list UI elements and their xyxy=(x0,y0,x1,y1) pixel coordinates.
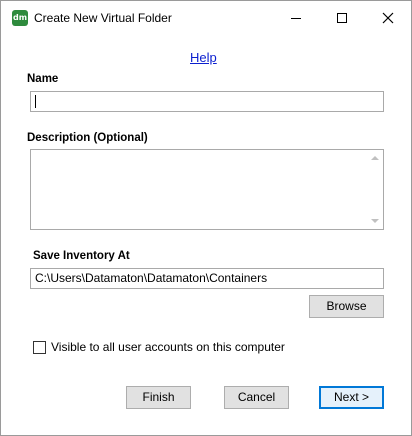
next-button[interactable]: Next > xyxy=(319,386,384,409)
window-title: Create New Virtual Folder xyxy=(34,11,172,25)
save-inventory-label: Save Inventory At xyxy=(33,250,130,262)
finish-button[interactable]: Finish xyxy=(126,386,191,409)
inventory-path-input[interactable]: C:\Users\Datamaton\Datamaton\Containers xyxy=(30,268,384,289)
cancel-button-label: Cancel xyxy=(237,390,276,404)
close-button[interactable] xyxy=(365,1,411,35)
visible-to-all-label[interactable]: Visible to all user accounts on this com… xyxy=(51,340,285,354)
description-label: Description (Optional) xyxy=(27,132,148,144)
help-link[interactable]: Help xyxy=(190,50,217,65)
text-caret xyxy=(35,95,36,108)
minimize-button[interactable] xyxy=(273,1,319,35)
name-label: Name xyxy=(27,73,59,85)
description-textarea[interactable] xyxy=(30,149,384,230)
close-icon xyxy=(382,12,394,24)
finish-button-label: Finish xyxy=(142,390,175,404)
name-input[interactable] xyxy=(30,91,384,112)
description-scrollbar[interactable] xyxy=(366,150,383,229)
maximize-button[interactable] xyxy=(319,1,365,35)
app-logo-icon: dm xyxy=(12,10,28,26)
scroll-down-arrow-icon[interactable] xyxy=(371,219,379,223)
scroll-up-arrow-icon[interactable] xyxy=(371,156,379,160)
cancel-button[interactable]: Cancel xyxy=(224,386,289,409)
browse-button-label: Browse xyxy=(326,299,367,313)
visible-to-all-checkbox[interactable] xyxy=(33,341,46,354)
create-virtual-folder-dialog: dm Create New Virtual Folder Help Name D… xyxy=(0,0,412,436)
browse-button[interactable]: Browse xyxy=(309,295,384,318)
next-button-label: Next > xyxy=(333,390,369,404)
maximize-icon xyxy=(337,13,347,23)
title-bar[interactable]: dm Create New Virtual Folder xyxy=(1,1,411,35)
minimize-icon xyxy=(291,17,301,19)
